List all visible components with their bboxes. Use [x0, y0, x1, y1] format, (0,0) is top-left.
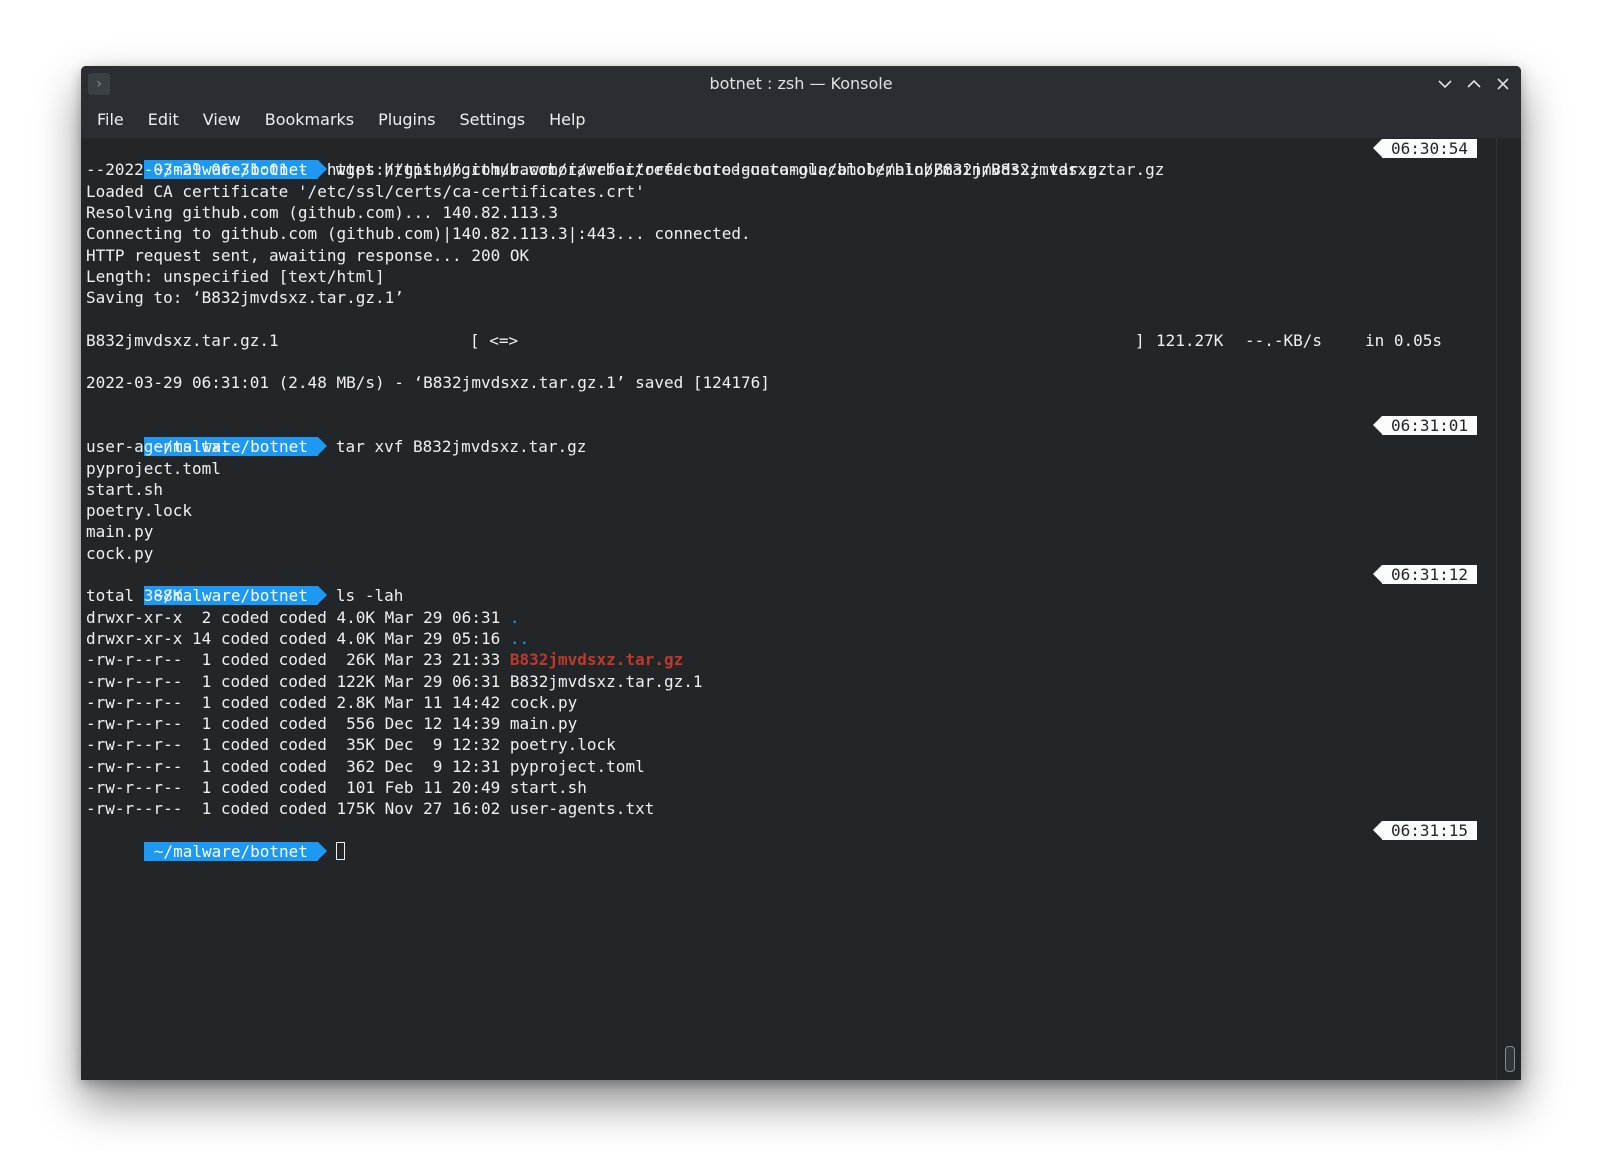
- menu-help[interactable]: Help: [537, 102, 597, 138]
- command-line: ~/malware/botnet: [86, 820, 345, 861]
- listing-name: pyproject.toml: [509, 756, 645, 776]
- listing-name: main.py: [509, 714, 578, 734]
- output-line: Loaded CA certificate '/etc/ssl/certs/ca…: [86, 181, 645, 201]
- listing-row: drwxr-xr-x 2 coded coded 4.0K Mar 29 06:…: [86, 607, 519, 628]
- progress-time: in 0.05s: [1365, 330, 1443, 350]
- command-line: ~/malware/botnet ls -lah: [86, 564, 403, 606]
- menu-bookmarks[interactable]: Bookmarks: [253, 102, 366, 138]
- listing-meta: -rw-r--r-- 1 coded coded 101 Feb 11 20:4…: [86, 778, 510, 797]
- listing-meta: -rw-r--r-- 1 coded coded 2.8K Mar 11 14:…: [86, 692, 510, 712]
- listing-name: poetry.lock: [509, 735, 616, 755]
- prompt-path: ~/malware/botnet: [143, 841, 328, 861]
- listing-meta: -rw-r--r-- 1 coded coded 35K Dec 9 12:32: [86, 735, 510, 755]
- output-line: HTTP request sent, awaiting response... …: [86, 245, 530, 265]
- listing-name: user-agents.txt: [509, 799, 655, 819]
- listing-row: -rw-r--r-- 1 coded coded 101 Feb 11 20:4…: [86, 777, 587, 798]
- menu-bar: File Edit View Bookmarks Plugins Setting…: [81, 102, 1521, 138]
- scrollbar[interactable]: [1496, 138, 1521, 1080]
- timestamp: 06:30:54: [1372, 139, 1477, 158]
- listing-name: cock.py: [509, 692, 578, 712]
- listing-row: drwxr-xr-x 14 coded coded 4.0K Mar 29 05…: [86, 628, 529, 649]
- output-line: total 388K: [86, 586, 183, 606]
- title-bar[interactable]: › botnet : zsh — Konsole: [81, 66, 1521, 102]
- output-line: start.sh: [86, 479, 164, 499]
- minimize-icon[interactable]: [1435, 74, 1455, 94]
- maximize-icon[interactable]: [1464, 74, 1484, 94]
- command-line: ~/malware/botnet tar xvf B832jmvdsxz.tar.…: [86, 415, 586, 457]
- menu-settings[interactable]: Settings: [447, 102, 537, 138]
- command-text: tar xvf B832jmvdsxz.tar.gz: [335, 437, 587, 457]
- output-line: Connecting to github.com (github.com)|14…: [86, 224, 751, 244]
- progress-bar-end: ]: [1135, 330, 1145, 350]
- progress-bar-start: [ <=>: [470, 330, 519, 350]
- command-line: ~/malware/botnet wget https://github.com/…: [86, 138, 1164, 180]
- timestamp: 06:31:12: [1372, 565, 1477, 584]
- listing-row: -rw-r--r-- 1 coded coded 556 Dec 12 14:3…: [86, 713, 577, 734]
- timestamp: 06:31:01: [1372, 415, 1477, 435]
- progress-size: 121.27K: [1156, 330, 1224, 350]
- listing-row: -rw-r--r-- 1 coded coded 35K Dec 9 12:32…: [86, 734, 616, 755]
- output-line: cock.py: [86, 543, 154, 563]
- listing-meta: -rw-r--r-- 1 coded coded 122K Mar 29 06:…: [86, 671, 510, 691]
- output-line: main.py: [86, 522, 154, 542]
- output-line: --2022-03-29 06:31:01-- https://github.c…: [86, 160, 1108, 180]
- menu-file[interactable]: File: [85, 102, 136, 138]
- listing-name: B832jmvdsxz.tar.gz.1: [509, 671, 703, 691]
- listing-name: start.sh: [509, 778, 587, 797]
- listing-row: -rw-r--r-- 1 coded coded 2.8K Mar 11 14:…: [86, 692, 577, 713]
- terminal-output[interactable]: ~/malware/botnet wget https://github.com/…: [81, 138, 1521, 1080]
- progress-rate: --.-KB/s: [1245, 330, 1323, 350]
- output-line: 2022-03-29 06:31:01 (2.48 MB/s) - ‘B832j…: [86, 373, 770, 393]
- command-text: ls -lah: [335, 586, 404, 606]
- output-line: Resolving github.com (github.com)... 140…: [86, 202, 559, 222]
- listing-meta: -rw-r--r-- 1 coded coded 362 Dec 9 12:31: [86, 756, 510, 776]
- listing-name: ..: [509, 628, 530, 648]
- listing-row: -rw-r--r-- 1 coded coded 362 Dec 9 12:31…: [86, 756, 645, 777]
- listing-name: .: [509, 607, 520, 627]
- listing-meta: -rw-r--r-- 1 coded coded 175K Nov 27 16:…: [86, 799, 510, 819]
- output-line: Length: unspecified [text/html]: [86, 266, 385, 286]
- listing-meta: -rw-r--r-- 1 coded coded 556 Dec 12 14:3…: [86, 714, 510, 734]
- menu-edit[interactable]: Edit: [136, 102, 191, 138]
- scrollbar-thumb[interactable]: [1505, 1046, 1515, 1072]
- menu-plugins[interactable]: Plugins: [366, 102, 447, 138]
- konsole-window: › botnet : zsh — Konsole File Edit View …: [81, 66, 1521, 1080]
- window-title: botnet : zsh — Konsole: [709, 74, 893, 93]
- text-cursor: [335, 841, 345, 860]
- listing-meta: drwxr-xr-x 14 coded coded 4.0K Mar 29 05…: [86, 628, 510, 648]
- listing-row: -rw-r--r-- 1 coded coded 122K Mar 29 06:…: [86, 671, 703, 692]
- listing-row: -rw-r--r-- 1 coded coded 175K Nov 27 16:…: [86, 798, 654, 819]
- output-line: poetry.lock: [86, 501, 192, 521]
- timestamp: 06:31:15: [1372, 820, 1477, 840]
- menu-view[interactable]: View: [191, 102, 253, 138]
- output-line: Saving to: ‘B832jmvdsxz.tar.gz.1’: [86, 288, 404, 308]
- listing-row: -rw-r--r-- 1 coded coded 26K Mar 23 21:3…: [86, 649, 683, 670]
- progress-file: B832jmvdsxz.tar.gz.1: [86, 330, 279, 350]
- listing-name: B832jmvdsxz.tar.gz: [509, 650, 684, 670]
- close-icon[interactable]: [1493, 74, 1513, 94]
- listing-meta: drwxr-xr-x 2 coded coded 4.0K Mar 29 06:…: [86, 607, 510, 627]
- output-line: user-agents.txt: [86, 437, 231, 457]
- output-line: pyproject.toml: [86, 458, 221, 478]
- listing-meta: -rw-r--r-- 1 coded coded 26K Mar 23 21:3…: [86, 650, 510, 670]
